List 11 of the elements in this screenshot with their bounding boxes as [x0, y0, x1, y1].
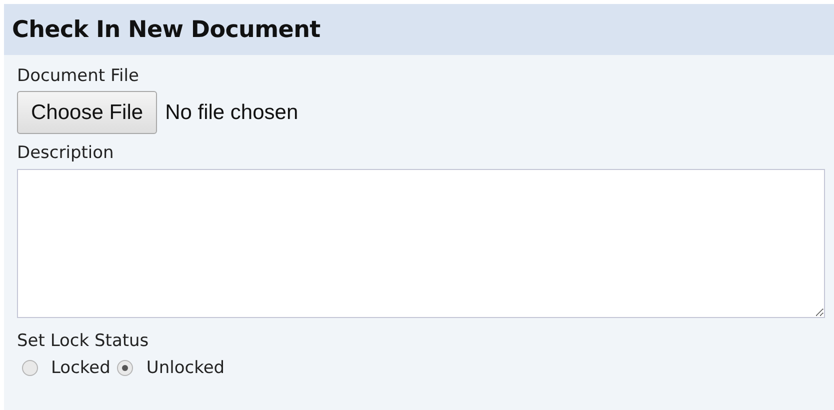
field-label: Description [17, 142, 114, 164]
field-label: Document File [17, 65, 139, 87]
radio-label: Unlocked [146, 358, 225, 378]
radio-button[interactable] [22, 360, 38, 376]
radio-button[interactable] [117, 360, 134, 376]
choose-file-button[interactable]: Choose File [17, 91, 158, 134]
file-status: No file chosen [165, 100, 298, 124]
field-label: Set Lock Status [17, 330, 149, 352]
form-title: Check In New Document [12, 16, 320, 42]
radio-label: Locked [51, 358, 110, 378]
description-field[interactable] [17, 169, 825, 318]
